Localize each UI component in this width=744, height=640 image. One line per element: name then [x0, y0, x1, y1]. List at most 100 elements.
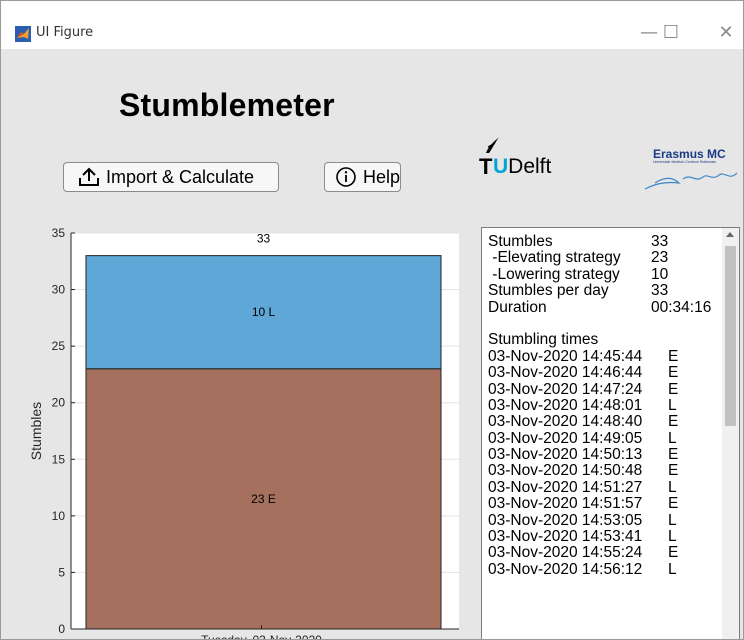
y-axis-label: Stumbles: [28, 402, 44, 460]
vertical-scrollbar[interactable]: [722, 228, 739, 639]
stumble-time: 03-Nov-2020 14:56:12: [488, 560, 643, 578]
time-row: 03-Nov-2020 14:48:01 L: [488, 396, 718, 414]
stumble-strategy: E: [668, 347, 679, 365]
time-row: 03-Nov-2020 14:50:13 E: [488, 446, 718, 464]
stumble-time: 03-Nov-2020 14:50:48: [488, 462, 643, 480]
y-tick-label: 5: [58, 565, 65, 579]
y-tick-label: 10: [52, 509, 66, 523]
time-row: 03-Nov-2020 14:49:05 L: [488, 429, 718, 447]
summary-row: Stumbles per day 33: [488, 282, 718, 300]
time-row: 03-Nov-2020 14:53:05 L: [488, 511, 718, 529]
stumble-time: 03-Nov-2020 14:50:13: [488, 446, 643, 464]
import-calculate-button[interactable]: Import & Calculate: [63, 162, 279, 192]
stumble-time: 03-Nov-2020 14:47:24: [488, 380, 643, 398]
summary-label: -Lowering strategy: [488, 265, 620, 283]
time-row: 03-Nov-2020 14:50:48 E: [488, 462, 718, 480]
stumble-time: 03-Nov-2020 14:45:44: [488, 347, 643, 365]
upload-icon: [79, 167, 99, 186]
y-tick-label: 35: [52, 226, 66, 240]
y-tick-label: 30: [52, 283, 66, 297]
stumble-strategy: E: [668, 495, 679, 513]
tudelft-word-text: Delft: [508, 155, 552, 178]
bar-segment-label: 23 E: [251, 492, 276, 506]
stumble-strategy: E: [668, 413, 679, 431]
x-tick-label: Tuesday, 03-Nov-2020: [201, 633, 322, 639]
app-window: UI Figure — ☐ ✕ Stumblemeter Import & Ca…: [0, 0, 744, 640]
app-title: Stumblemeter: [119, 87, 335, 123]
tudelft-logo: TU T UDelft: [479, 131, 589, 181]
stumble-strategy: E: [668, 380, 679, 398]
stumble-time: 03-Nov-2020 14:51:27: [488, 478, 643, 496]
window-title: UI Figure: [36, 25, 94, 40]
close-button[interactable]: ✕: [706, 18, 743, 48]
time-row: 03-Nov-2020 14:46:44 E: [488, 364, 718, 382]
import-button-label: Import & Calculate: [106, 166, 255, 187]
summary-label: Stumbles: [488, 233, 553, 250]
times-header-label: Stumbling times: [488, 331, 599, 349]
summary-row: Duration 00:34:16: [488, 298, 718, 316]
summary-label: Duration: [488, 298, 547, 316]
info-icon: [336, 167, 356, 187]
bar-segment-label: 10 L: [252, 305, 276, 319]
stumble-time: 03-Nov-2020 14:49:05: [488, 429, 643, 447]
summary-label: Stumbles per day: [488, 282, 609, 300]
summary-value: 33: [651, 282, 669, 300]
scroll-thumb[interactable]: [725, 246, 736, 426]
tudelft-word: UDelft: [493, 155, 552, 178]
scroll-up-icon[interactable]: [726, 232, 734, 237]
stumble-time: 03-Nov-2020 14:55:24: [488, 544, 643, 562]
results-text: Stumbles 33 -Elevating strategy 23 -Loweri…: [488, 233, 718, 578]
stumble-time: 03-Nov-2020 14:53:41: [488, 528, 643, 546]
summary-row: -Lowering strategy 10: [488, 265, 718, 283]
flame-icon: [486, 137, 499, 153]
stumble-strategy: L: [668, 560, 677, 578]
erasmus-signature-icon: [644, 172, 738, 190]
stumbles-chart: 0 5 10 15 20 25 30 35 23 E 10 L 33 Tuesday, 03-Nov-…: [1, 217, 471, 639]
stumble-time: 03-Nov-2020 14:51:57: [488, 495, 643, 513]
maximize-button[interactable]: ☐: [651, 18, 691, 48]
stumble-strategy: E: [668, 544, 679, 562]
time-row: 03-Nov-2020 14:55:24 E: [488, 544, 718, 562]
time-row: 03-Nov-2020 14:45:44 E: [488, 347, 718, 365]
time-row: 03-Nov-2020 14:48:40 E: [488, 413, 718, 431]
summary-rows: Stumbles 33 -Elevating strategy 23 -Loweri…: [488, 233, 718, 316]
stumble-time: 03-Nov-2020 14:46:44: [488, 364, 643, 382]
summary-label: -Elevating strategy: [488, 249, 621, 267]
results-listbox[interactable]: Stumbles 33 -Elevating strategy 23 -Loweri…: [481, 227, 740, 639]
matlab-icon: [15, 26, 31, 42]
stumble-time: 03-Nov-2020 14:48:40: [488, 413, 643, 431]
time-row: 03-Nov-2020 14:51:27 L: [488, 478, 718, 496]
times-header: Stumbling times: [488, 331, 718, 349]
stumble-time: 03-Nov-2020 14:48:01: [488, 396, 643, 414]
summary-row: -Elevating strategy 23: [488, 249, 718, 267]
stumble-strategy: L: [668, 511, 677, 529]
y-tick-label: 20: [52, 396, 66, 410]
time-rows: 03-Nov-2020 14:45:44 E 03-Nov-2020 14:46:4…: [488, 347, 718, 578]
time-row: 03-Nov-2020 14:47:24 E: [488, 380, 718, 398]
y-tick-label: 25: [52, 339, 66, 353]
time-row: 03-Nov-2020 14:53:41 L: [488, 528, 718, 546]
help-button-label: Help: [362, 166, 400, 187]
bar-total-label: 33: [257, 232, 271, 246]
y-tick-label: 0: [58, 622, 65, 636]
erasmus-sub: Universitair Medisch Centrum Rotterdam: [653, 160, 717, 164]
stumble-strategy: L: [668, 396, 677, 414]
summary-value: 10: [651, 265, 669, 283]
time-row: 03-Nov-2020 14:51:57 E: [488, 495, 718, 513]
y-tick-label: 15: [52, 452, 66, 466]
title-bar: UI Figure — ☐ ✕: [1, 1, 743, 49]
tudelft-t-mark: T: [479, 154, 493, 179]
chart-svg: 0 5 10 15 20 25 30 35 23 E 10 L 33 Tuesday, 03-Nov-…: [28, 226, 459, 639]
erasmus-name: Erasmus MC: [653, 147, 726, 161]
erasmus-mc-logo: Erasmus MC Universitair Medisch Centrum …: [633, 147, 743, 197]
stumble-strategy: L: [668, 478, 677, 496]
summary-value: 33: [651, 233, 669, 250]
summary-row: Stumbles 33: [488, 233, 718, 250]
app-content: Stumblemeter Import & Calculate Help TUD…: [1, 49, 743, 639]
stumble-time: 03-Nov-2020 14:53:05: [488, 511, 643, 529]
summary-value: 23: [651, 249, 669, 267]
stumble-strategy: L: [668, 528, 677, 546]
stumble-strategy: L: [668, 429, 677, 447]
help-button[interactable]: Help: [324, 162, 401, 192]
